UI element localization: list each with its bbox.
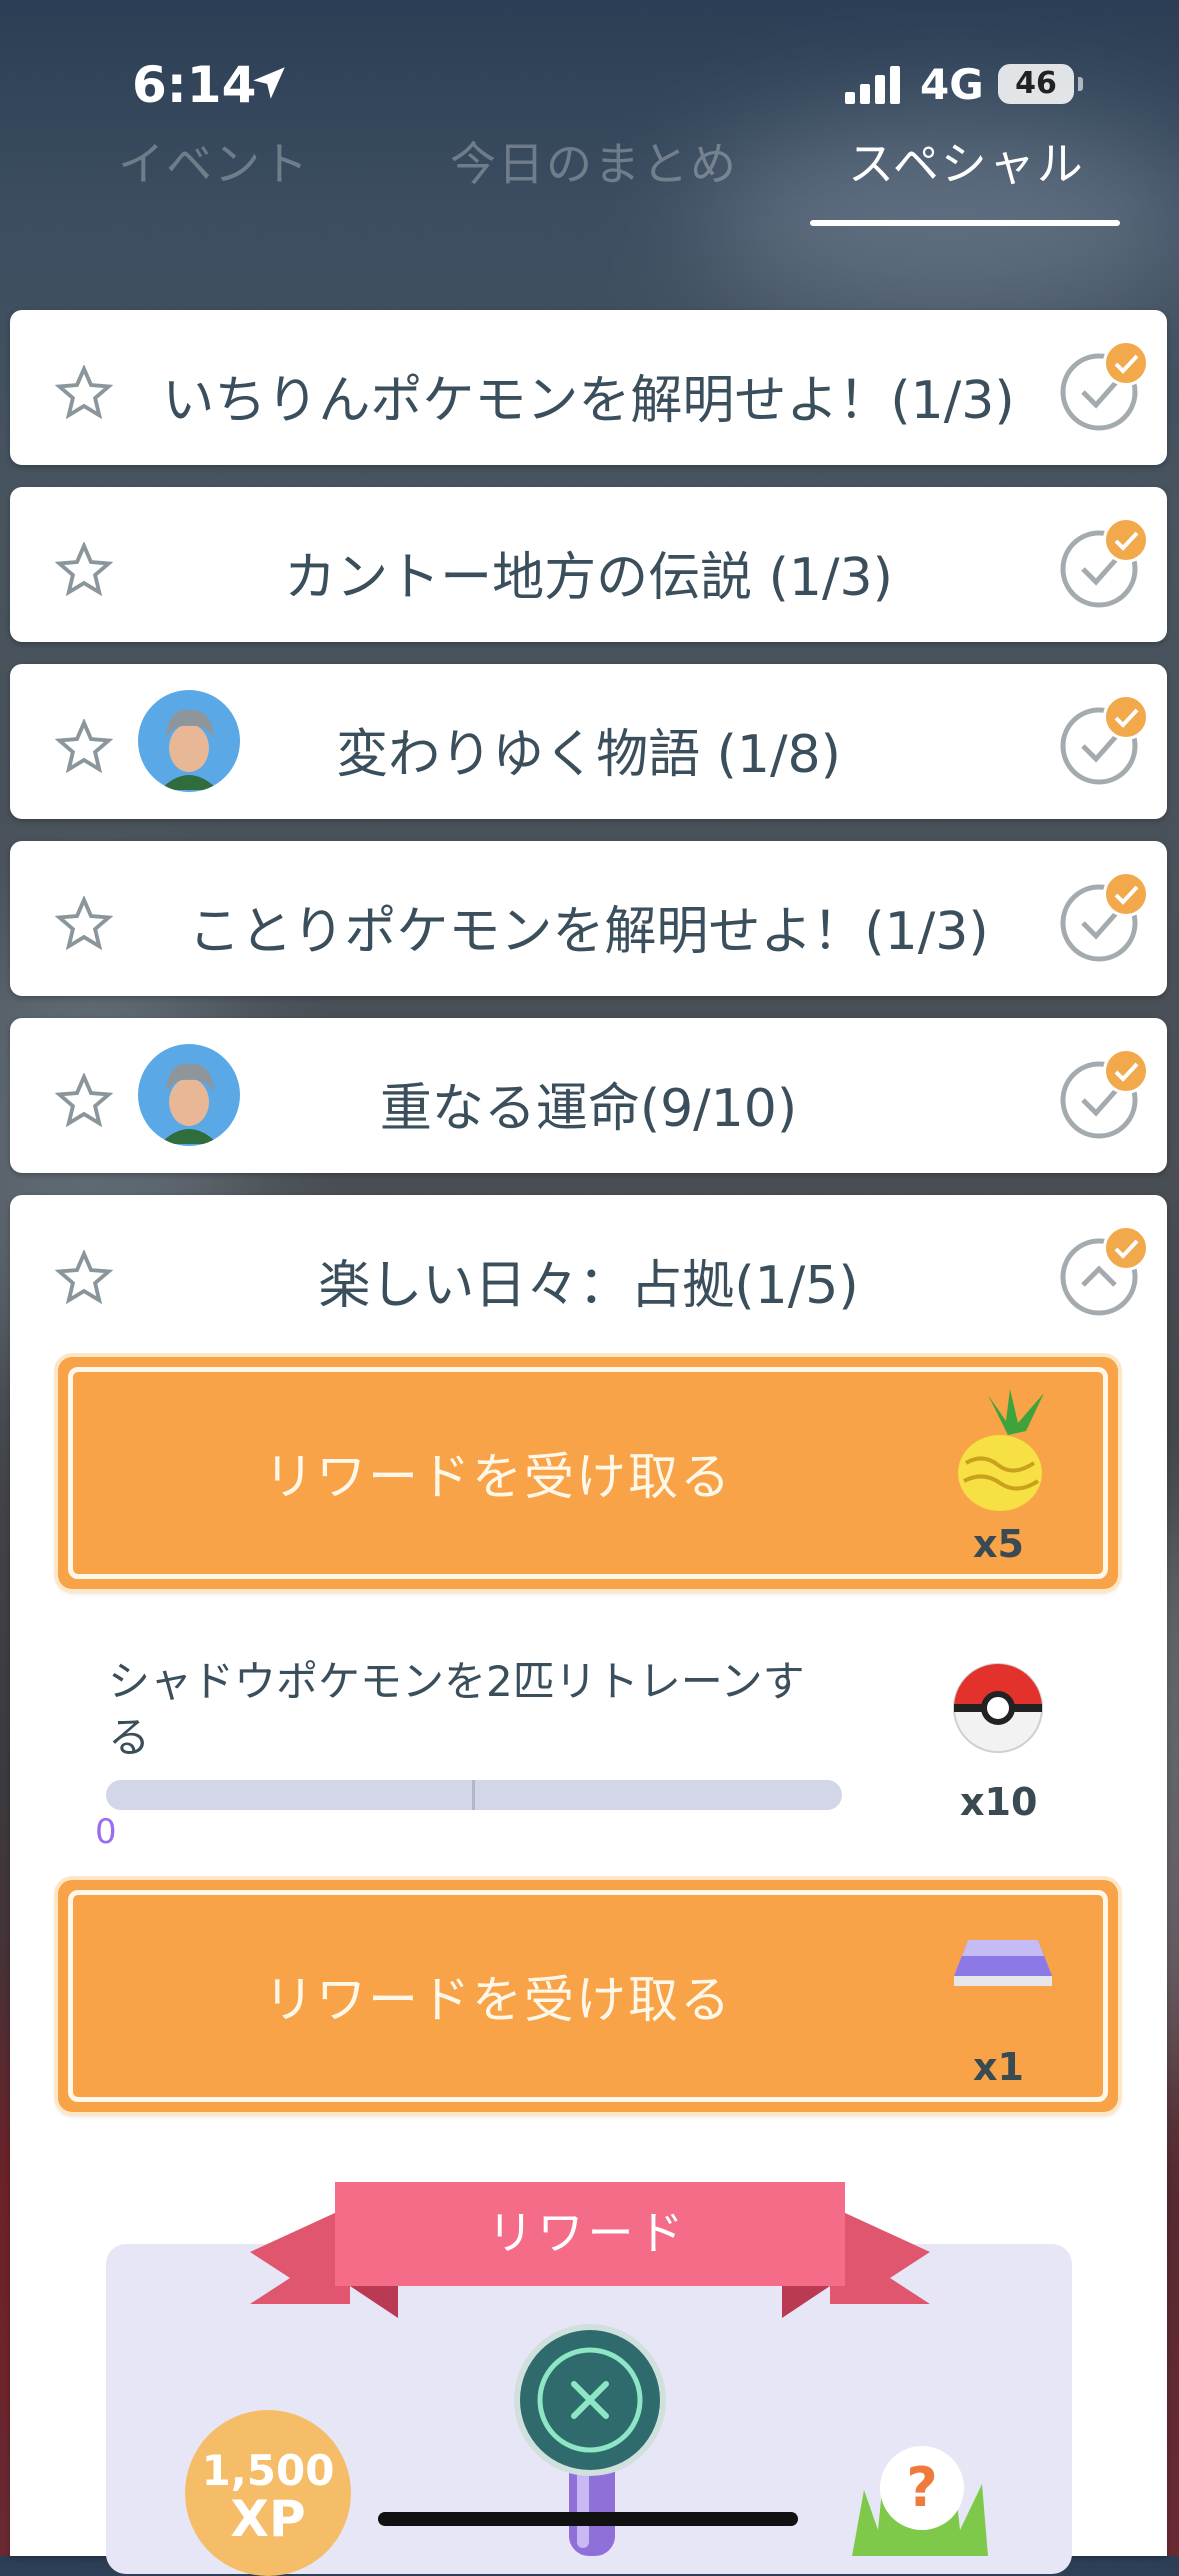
reward-quantity: x5 <box>973 1522 1024 1566</box>
xp-amount: 1,500 <box>201 2446 335 2495</box>
claim-reward-label: リワードを受け取る <box>264 1971 732 2029</box>
star-icon[interactable] <box>55 719 113 775</box>
task-reward-quantity: x10 <box>960 1780 1038 1824</box>
research-title: 楽しい日々：占拠(1/5) <box>318 1256 859 1316</box>
close-button[interactable] <box>520 2330 660 2470</box>
tab-today-summary[interactable]: 今日のまとめ <box>450 128 738 194</box>
task-description: シャドウポケモンを2匹リトレーンする <box>108 1657 805 1762</box>
battery-nub <box>1078 77 1083 91</box>
completed-badge <box>1103 1225 1149 1271</box>
research-title: ことりポケモンを解明せよ！(1/3) <box>188 902 989 962</box>
tab-special[interactable]: スペシャル <box>848 128 1085 194</box>
cellular-signal-icon <box>845 66 900 104</box>
claim-reward-label: リワードを受け取る <box>264 1448 732 1506</box>
research-card[interactable]: カントー地方の伝説 (1/3) <box>10 487 1167 642</box>
claim-reward-button[interactable]: リワードを受け取る x5 <box>58 1357 1118 1589</box>
completed-badge <box>1103 1048 1149 1094</box>
research-title: 重なる運命(9/10) <box>379 1079 798 1139</box>
progress-value: 0 <box>95 1812 117 1852</box>
battery-icon: 46 <box>998 64 1074 104</box>
research-card[interactable]: いちりんポケモンを解明せよ！(1/3) <box>10 310 1167 465</box>
close-icon <box>537 2347 643 2453</box>
star-icon[interactable] <box>55 1250 113 1306</box>
completed-badge <box>1103 340 1149 386</box>
star-icon[interactable] <box>55 542 113 598</box>
poke-ball-icon <box>953 1663 1043 1753</box>
claim-reward-button[interactable]: リワードを受け取る x1 <box>58 1880 1118 2112</box>
star-icon[interactable] <box>55 365 113 421</box>
rewards-header: リワード <box>487 2206 688 2260</box>
completed-badge <box>1103 694 1149 740</box>
task-progress-bar <box>106 1780 842 1810</box>
reward-quantity: x1 <box>973 2045 1024 2089</box>
active-tab-indicator <box>810 220 1120 226</box>
mystery-reward-icon: ? <box>852 2446 988 2556</box>
xp-reward: 1,500 XP <box>185 2410 351 2576</box>
research-card[interactable]: 重なる運命(9/10) <box>10 1018 1167 1173</box>
research-title: 変わりゆく物語 (1/8) <box>336 725 841 785</box>
lure-module-icon <box>954 1940 1052 1986</box>
star-icon[interactable] <box>55 1073 113 1129</box>
research-card[interactable]: 変わりゆく物語 (1/8) <box>10 664 1167 819</box>
location-arrow-icon <box>253 67 285 99</box>
completed-badge <box>1103 517 1149 563</box>
research-title: カントー地方の伝説 (1/3) <box>284 548 893 608</box>
mystery-mark: ? <box>906 2456 937 2519</box>
golden-pinap-berry-icon <box>958 1389 1044 1511</box>
research-title: いちりんポケモンを解明せよ！(1/3) <box>162 371 1015 431</box>
star-icon[interactable] <box>55 896 113 952</box>
tab-events[interactable]: イベント <box>118 128 310 194</box>
status-time: 6:14 <box>132 56 257 114</box>
home-indicator <box>378 2512 798 2526</box>
research-card[interactable]: ことりポケモンを解明せよ！(1/3) <box>10 841 1167 996</box>
progress-divider <box>472 1780 475 1810</box>
xp-unit: XP <box>230 2490 306 2548</box>
network-type: 4G <box>920 60 984 109</box>
completed-badge <box>1103 871 1149 917</box>
